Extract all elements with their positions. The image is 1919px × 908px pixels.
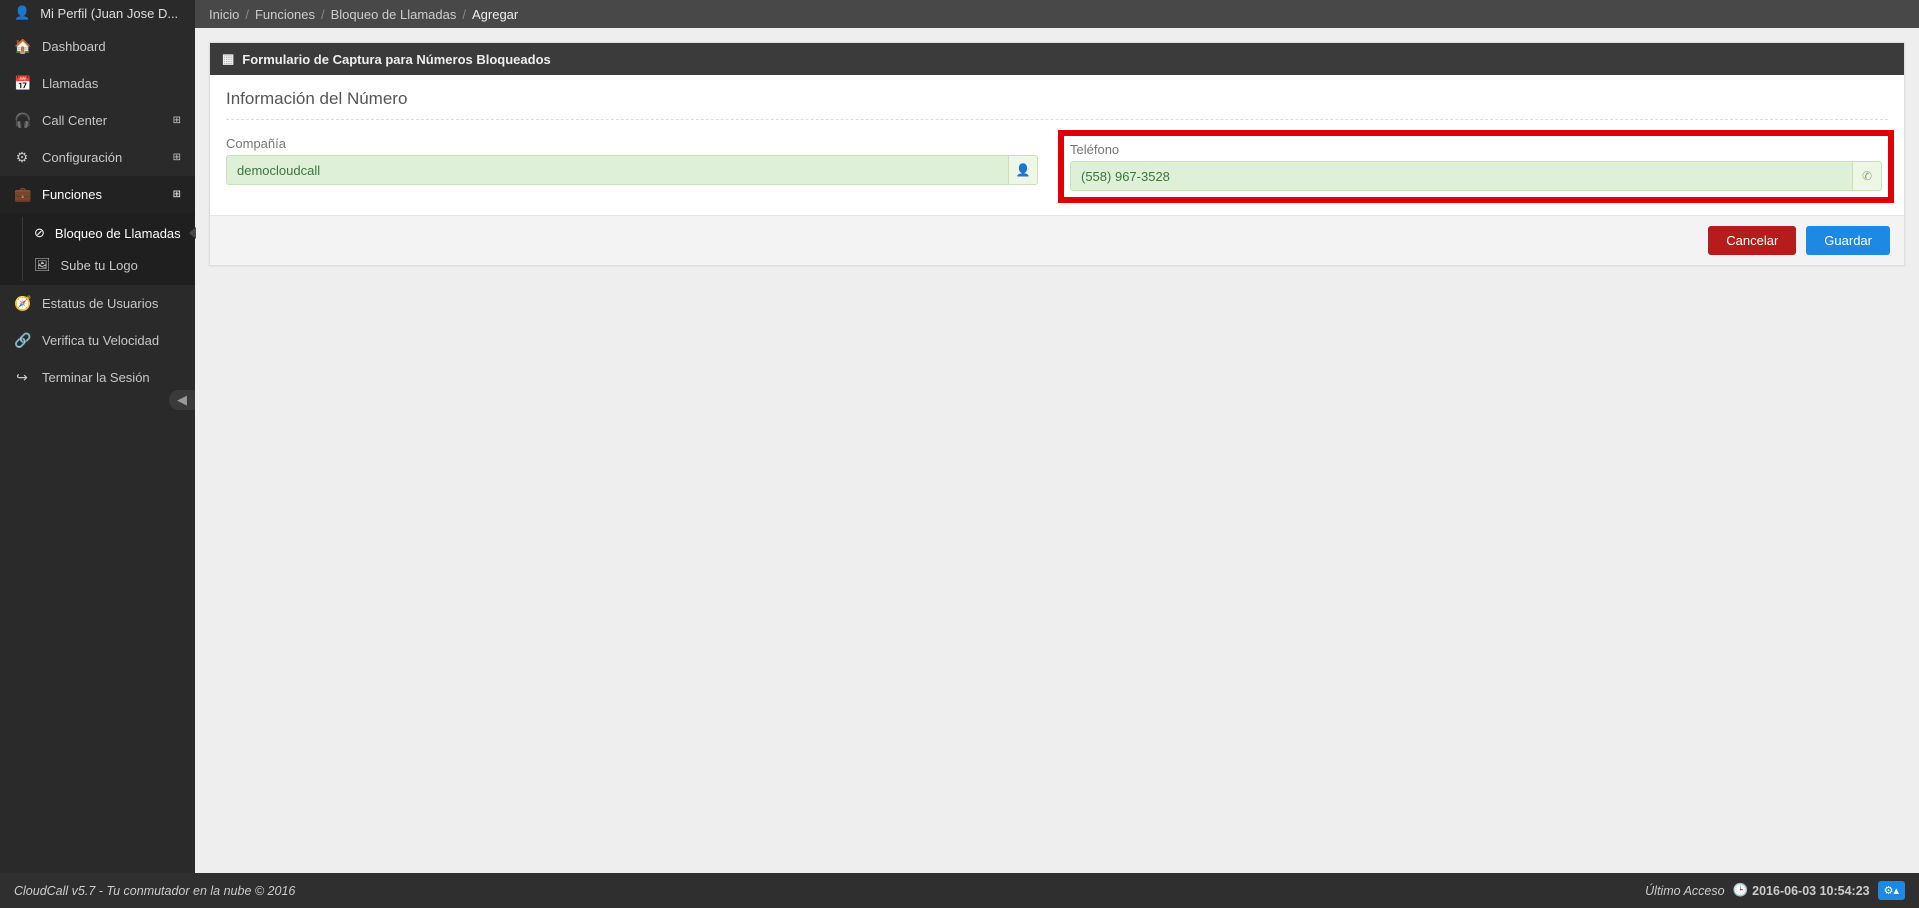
profile-link[interactable]: 👤 Mi Perfil (Juan Jose D... <box>0 0 195 28</box>
breadcrumb-separator: / <box>245 7 249 22</box>
sidebar-item-llamadas[interactable]: 📅 Llamadas <box>0 65 195 102</box>
form-group-phone: Teléfono ✆ <box>1058 130 1894 203</box>
sidebar-item-label: Dashboard <box>42 39 106 54</box>
profile-label: Mi Perfil (Juan Jose D... <box>40 6 178 21</box>
sidebar-item-estatus[interactable]: 🧭 Estatus de Usuarios <box>0 285 195 322</box>
sidebar-item-configuracion[interactable]: ⚙ Configuración ⊞ <box>0 139 195 176</box>
panel-header: ▦ Formulario de Captura para Números Blo… <box>210 43 1904 75</box>
sidebar-item-logout[interactable]: ↪ Terminar la Sesión <box>0 359 195 396</box>
expand-icon: ⊞ <box>173 115 181 126</box>
breadcrumb-link-inicio[interactable]: Inicio <box>209 7 239 22</box>
section-title: Información del Número <box>226 89 1888 120</box>
sidebar-item-funciones[interactable]: 💼 Funciones ⊞ <box>0 176 195 213</box>
headset-icon: 🎧 <box>14 112 30 129</box>
briefcase-icon: 💼 <box>14 186 30 203</box>
footer-settings-badge[interactable]: ⚙▴ <box>1878 881 1905 900</box>
sidebar: 👤 Mi Perfil (Juan Jose D... 🏠 Dashboard … <box>0 0 195 873</box>
breadcrumb-current: Agregar <box>472 7 518 22</box>
sidebar-subitem-label: Bloqueo de Llamadas <box>55 226 181 241</box>
phone-icon: ✆ <box>1862 169 1872 183</box>
sidebar-item-callcenter[interactable]: 🎧 Call Center ⊞ <box>0 102 195 139</box>
company-label: Compañía <box>226 136 1038 151</box>
breadcrumb-link-bloqueo[interactable]: Bloqueo de Llamadas <box>331 7 457 22</box>
save-button[interactable]: Guardar <box>1806 226 1890 255</box>
panel-footer: Cancelar Guardar <box>210 215 1904 265</box>
footer: CloudCall v5.7 - Tu conmutador en la nub… <box>0 873 1919 908</box>
cancel-button[interactable]: Cancelar <box>1708 226 1796 255</box>
sidebar-subitem-bloqueo[interactable]: ⊘ Bloqueo de Llamadas <box>0 217 195 249</box>
block-icon: ⊘ <box>34 225 45 241</box>
calendar-icon: 📅 <box>14 75 30 92</box>
footer-last-access-value: 2016-06-03 10:54:23 <box>1752 884 1869 898</box>
sidebar-item-label: Configuración <box>42 150 122 165</box>
home-icon: 🏠 <box>14 38 30 55</box>
expand-icon: ⊞ <box>173 189 181 200</box>
footer-last-access-label: Último Acceso <box>1645 884 1724 898</box>
sidebar-item-label: Verifica tu Velocidad <box>42 333 159 348</box>
sidebar-item-dashboard[interactable]: 🏠 Dashboard <box>0 28 195 65</box>
company-addon: 👤 <box>1008 155 1038 185</box>
clock-icon: 🕒 <box>1733 883 1749 898</box>
phone-addon: ✆ <box>1852 161 1882 191</box>
sidebar-item-label: Llamadas <box>42 76 98 91</box>
grid-icon: ▦ <box>222 51 234 67</box>
share-icon: 🔗 <box>14 332 30 349</box>
logout-icon: ↪ <box>14 369 30 386</box>
sidebar-submenu-funciones: ⊘ Bloqueo de Llamadas 🖼 Sube tu Logo <box>0 213 195 285</box>
sidebar-item-label: Estatus de Usuarios <box>42 296 158 311</box>
breadcrumb-separator: / <box>321 7 325 22</box>
gear-up-icon: ⚙▴ <box>1884 884 1899 897</box>
panel-title: Formulario de Captura para Números Bloqu… <box>242 52 550 67</box>
profile-icon: 👤 <box>14 5 30 21</box>
sidebar-item-velocidad[interactable]: 🔗 Verifica tu Velocidad <box>0 322 195 359</box>
phone-input[interactable] <box>1070 161 1852 191</box>
form-panel: ▦ Formulario de Captura para Números Blo… <box>209 42 1905 266</box>
phone-label: Teléfono <box>1070 142 1882 157</box>
sidebar-item-label: Terminar la Sesión <box>42 370 150 385</box>
sidebar-subitem-logo[interactable]: 🖼 Sube tu Logo <box>0 249 195 281</box>
dashboard-icon: 🧭 <box>14 295 30 312</box>
content-area: Inicio / Funciones / Bloqueo de Llamadas… <box>195 0 1919 873</box>
image-icon: 🖼 <box>34 257 51 273</box>
breadcrumb: Inicio / Funciones / Bloqueo de Llamadas… <box>195 0 1919 28</box>
footer-left-text: CloudCall v5.7 - Tu conmutador en la nub… <box>14 884 295 898</box>
company-input[interactable] <box>226 155 1008 185</box>
sidebar-subitem-label: Sube tu Logo <box>61 258 138 273</box>
breadcrumb-separator: / <box>462 7 466 22</box>
expand-icon: ⊞ <box>173 152 181 163</box>
breadcrumb-link-funciones[interactable]: Funciones <box>255 7 315 22</box>
sidebar-item-label: Call Center <box>42 113 107 128</box>
form-group-company: Compañía 👤 <box>226 136 1038 197</box>
gear-icon: ⚙ <box>14 149 30 166</box>
user-icon: 👤 <box>1016 163 1031 177</box>
sidebar-item-label: Funciones <box>42 187 102 202</box>
